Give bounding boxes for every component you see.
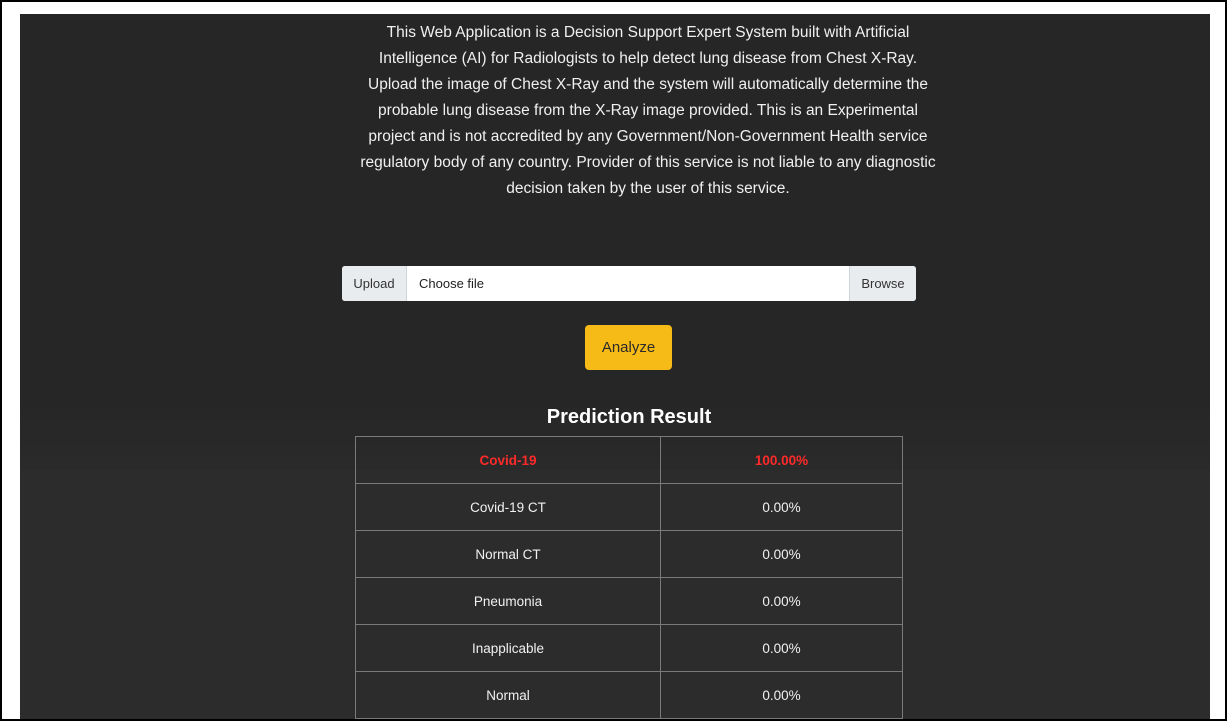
upload-label: Upload bbox=[342, 266, 407, 301]
disease-label: Normal bbox=[355, 671, 661, 719]
disease-label: Inapplicable bbox=[355, 624, 661, 672]
table-row-normal: Normal 0.00% bbox=[355, 671, 903, 719]
prediction-result-title: Prediction Result bbox=[546, 406, 712, 428]
probability-value: 0.00% bbox=[660, 624, 903, 672]
probability-value: 0.00% bbox=[660, 530, 903, 578]
probability-value: 0.00% bbox=[660, 483, 903, 531]
table-row-covid-19: Covid-19 100.00% bbox=[355, 436, 903, 484]
prediction-result-table: Covid-19 100.00% Covid-19 CT 0.00% Norma… bbox=[355, 436, 903, 719]
file-input[interactable]: Choose file bbox=[407, 266, 849, 301]
probability-value: 0.00% bbox=[660, 671, 903, 719]
disease-label: Normal CT bbox=[355, 530, 661, 578]
disease-label: Covid-19 CT bbox=[355, 483, 661, 531]
file-upload-group[interactable]: Upload Choose file Browse bbox=[342, 266, 916, 301]
browse-button[interactable]: Browse bbox=[849, 266, 916, 301]
table-row-inapplicable: Inapplicable 0.00% bbox=[355, 624, 903, 672]
app-page: This Web Application is a Decision Suppo… bbox=[20, 14, 1210, 719]
disease-label: Covid-19 bbox=[355, 436, 661, 484]
app-description: This Web Application is a Decision Suppo… bbox=[360, 24, 936, 197]
disease-label: Pneumonia bbox=[355, 577, 661, 625]
table-row-normal-ct: Normal CT 0.00% bbox=[355, 530, 903, 578]
probability-value: 100.00% bbox=[660, 436, 903, 484]
table-row-pneumonia: Pneumonia 0.00% bbox=[355, 577, 903, 625]
probability-value: 0.00% bbox=[660, 577, 903, 625]
analyze-button[interactable]: Analyze bbox=[585, 325, 672, 370]
screenshot-frame: This Web Application is a Decision Suppo… bbox=[0, 0, 1227, 721]
table-row-covid-19-ct: Covid-19 CT 0.00% bbox=[355, 483, 903, 531]
